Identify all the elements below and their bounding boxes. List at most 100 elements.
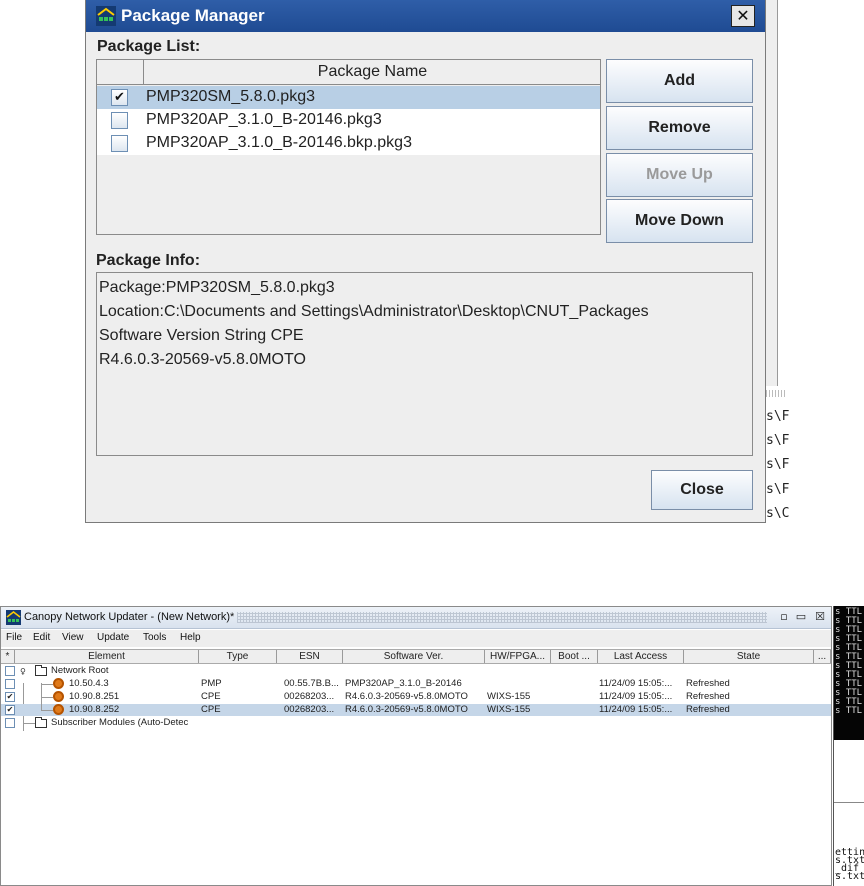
background-panel <box>766 0 778 386</box>
last-access-cell: 11/24/09 15:05:... <box>599 691 673 702</box>
table-row[interactable]: ♀ Network Root <box>1 665 831 677</box>
header-checkbox-column[interactable] <box>97 60 144 84</box>
package-name: PMP320SM_5.8.0.pkg3 <box>146 88 315 105</box>
element-name: 10.50.4.3 <box>69 678 109 689</box>
table-row[interactable]: ✔ PMP320SM_5.8.0.pkg3 <box>97 86 600 109</box>
menu-update[interactable]: Update <box>97 632 129 643</box>
background-window: s\F s\F s\F s\F s\C <box>766 0 864 525</box>
terminal-output: s TTL s TTL s TTL s TTL s TTL s TTL s TT… <box>834 606 864 740</box>
row-checkbox[interactable]: ✔ <box>5 692 15 702</box>
row-checkbox[interactable] <box>5 718 15 728</box>
move-up-button[interactable]: Move Up <box>606 153 753 197</box>
tree-line <box>41 697 53 698</box>
element-name: 10.90.8.252 <box>69 704 120 715</box>
table-row[interactable]: Subscriber Modules (Auto-Detec <box>1 717 831 729</box>
col-type[interactable]: Type <box>199 650 277 663</box>
info-line: R4.6.0.3-20569-v5.8.0MOTO <box>99 351 306 368</box>
node-icon <box>53 704 64 715</box>
menu-edit[interactable]: Edit <box>33 632 50 643</box>
col-software-ver[interactable]: Software Ver. <box>343 650 485 663</box>
col-boot[interactable]: Boot ... <box>551 650 598 663</box>
folder-icon <box>35 717 47 728</box>
grid-header: * Element Type ESN Software Ver. HW/FPGA… <box>1 649 831 664</box>
remove-button[interactable]: Remove <box>606 106 753 150</box>
close-icon[interactable]: ☒ <box>814 611 826 623</box>
state-cell: Refreshed <box>686 691 730 702</box>
title-texture <box>237 612 767 623</box>
package-table[interactable]: Package Name ✔ PMP320SM_5.8.0.pkg3 PMP32… <box>96 59 601 235</box>
row-checkbox[interactable]: ✔ <box>111 89 128 106</box>
terminal-line: s.txt <box>835 871 864 882</box>
path-text: s\C <box>766 506 790 521</box>
type-cell: CPE <box>201 691 221 702</box>
node-icon <box>53 691 64 702</box>
col-state[interactable]: State <box>684 650 814 663</box>
software-cell: PMP320AP_3.1.0_B-20146 <box>345 678 462 689</box>
path-text: s\F <box>766 457 790 472</box>
esn-cell: 00.55.7B.B... <box>284 678 339 689</box>
dialog-title: Package Manager <box>121 6 265 25</box>
col-star[interactable]: * <box>1 650 15 663</box>
table-row[interactable]: PMP320AP_3.1.0_B-20146.bkp.pkg3 <box>97 132 600 155</box>
title-bar[interactable]: Package Manager ✕ <box>86 0 765 32</box>
package-info-label: Package Info: <box>96 252 201 269</box>
divider <box>834 802 864 803</box>
last-access-cell: 11/24/09 15:05:... <box>599 678 673 689</box>
col-more[interactable]: ... <box>814 650 831 663</box>
col-esn[interactable]: ESN <box>277 650 343 663</box>
menu-help[interactable]: Help <box>180 632 201 643</box>
software-cell: R4.6.0.3-20569-v5.8.0MOTO <box>345 691 468 702</box>
info-line: Location:C:\Documents and Settings\Admin… <box>99 303 649 320</box>
package-info-box[interactable]: Package:PMP320SM_5.8.0.pkg3 Location:C:\… <box>96 272 753 456</box>
tree-line <box>23 723 35 724</box>
row-checkbox[interactable] <box>5 666 15 676</box>
package-list-label: Package List: <box>97 38 201 55</box>
terminal-line: s TTL <box>835 706 863 716</box>
terminal-window: s TTL s TTL s TTL s TTL s TTL s TTL s TT… <box>833 606 864 886</box>
row-checkbox[interactable] <box>111 135 128 152</box>
app-icon <box>96 6 116 26</box>
menu-view[interactable]: View <box>62 632 84 643</box>
table-row[interactable]: 10.50.4.3 PMP 00.55.7B.B... PMP320AP_3.1… <box>1 678 831 690</box>
canopy-network-updater-window: Canopy Network Updater - (New Network)* … <box>0 606 832 886</box>
close-icon[interactable]: ✕ <box>731 5 755 27</box>
table-row[interactable]: ✔ 10.90.8.251 CPE 00268203... R4.6.0.3-2… <box>1 691 831 703</box>
col-last-access[interactable]: Last Access <box>598 650 684 663</box>
tree-line <box>41 710 53 711</box>
menu-file[interactable]: File <box>6 632 22 643</box>
row-checkbox[interactable] <box>111 112 128 129</box>
maximize-icon[interactable]: ▭ <box>795 611 807 623</box>
minimize-icon[interactable]: ▫ <box>778 611 790 623</box>
menu-bar: File Edit View Update Tools Help <box>1 630 831 647</box>
move-down-button[interactable]: Move Down <box>606 199 753 243</box>
element-name: 10.90.8.251 <box>69 691 120 702</box>
app-icon <box>6 610 21 625</box>
menu-tools[interactable]: Tools <box>143 632 166 643</box>
type-cell: PMP <box>201 678 222 689</box>
col-hw-fpga[interactable]: HW/FPGA... <box>485 650 551 663</box>
tree-line <box>41 684 53 685</box>
esn-cell: 00268203... <box>284 704 335 715</box>
last-access-cell: 11/24/09 15:05:... <box>599 704 673 715</box>
cnu-title-bar[interactable]: Canopy Network Updater - (New Network)* … <box>1 607 831 629</box>
table-row[interactable]: PMP320AP_3.1.0_B-20146.pkg3 <box>97 109 600 132</box>
row-checkbox[interactable]: ✔ <box>5 705 15 715</box>
table-header: Package Name <box>97 60 600 85</box>
package-name: PMP320AP_3.1.0_B-20146.bkp.pkg3 <box>146 134 412 151</box>
add-button[interactable]: Add <box>606 59 753 103</box>
element-name: Network Root <box>51 665 109 676</box>
cnu-title: Canopy Network Updater - (New Network)* <box>24 611 235 623</box>
info-line: Package:PMP320SM_5.8.0.pkg3 <box>99 279 335 296</box>
package-name: PMP320AP_3.1.0_B-20146.pkg3 <box>146 111 382 128</box>
element-name: Subscriber Modules (Auto-Detec <box>51 717 189 728</box>
row-checkbox[interactable] <box>5 679 15 689</box>
esn-cell: 00268203... <box>284 691 335 702</box>
header-package-name[interactable]: Package Name <box>145 60 600 84</box>
type-cell: CPE <box>201 704 221 715</box>
hw-cell: WIXS-155 <box>487 704 531 715</box>
folder-icon <box>35 665 47 676</box>
col-element[interactable]: Element <box>15 650 199 663</box>
close-button[interactable]: Close <box>651 470 753 510</box>
tree-expand-icon[interactable]: ♀ <box>20 666 26 678</box>
table-row[interactable]: ✔ 10.90.8.252 CPE 00268203... R4.6.0.3-2… <box>1 704 831 716</box>
